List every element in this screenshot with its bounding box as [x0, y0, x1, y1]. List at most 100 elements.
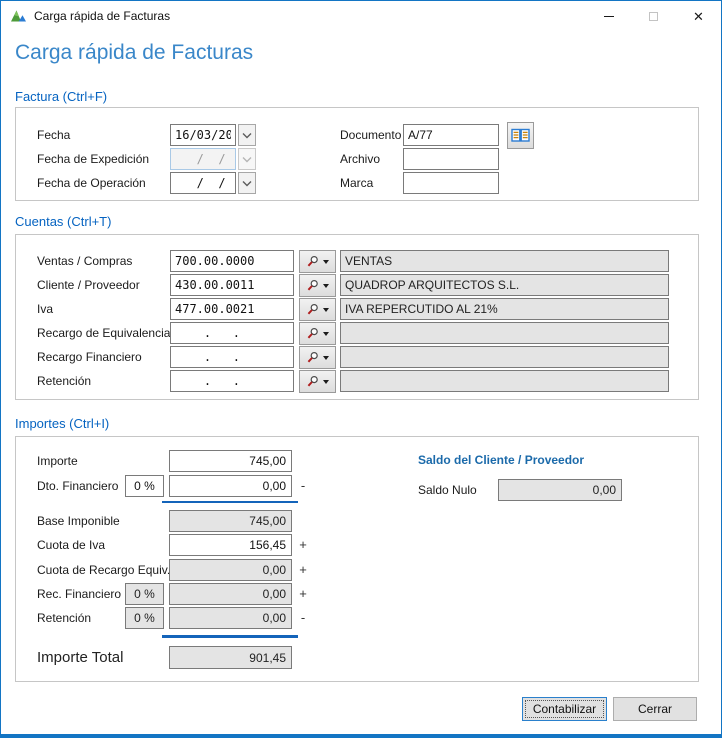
row-label: Retención	[37, 374, 91, 388]
fecha-operacion-label: Fecha de Operación	[37, 176, 146, 190]
account-description	[340, 346, 669, 368]
account-description	[340, 322, 669, 344]
account-input[interactable]	[170, 298, 294, 320]
retencion-value	[169, 607, 292, 629]
account-input[interactable]	[170, 370, 294, 392]
base-imponible-row: Base Imponible	[16, 510, 698, 532]
search-icon	[306, 279, 319, 292]
documento-label: Documento	[340, 128, 401, 142]
fecha-expedicion-dropdown-button	[238, 148, 256, 170]
account-search-button[interactable]	[299, 346, 336, 369]
fecha-input[interactable]	[170, 124, 236, 146]
fecha-operacion-dropdown-button[interactable]	[238, 172, 256, 194]
dto-financiero-sign: -	[296, 478, 310, 493]
account-input[interactable]	[170, 250, 294, 272]
base-imponible-value	[169, 510, 292, 532]
fecha-row: Fecha Documento	[16, 124, 698, 146]
cuentas-row-recargo-financiero: Recargo Financiero	[16, 346, 698, 368]
account-description	[340, 250, 669, 272]
search-icon	[306, 327, 319, 340]
importe-total-label: Importe Total	[37, 649, 123, 666]
account-search-button[interactable]	[299, 322, 336, 345]
row-label: Recargo de Equivalencia	[37, 326, 170, 340]
retencion-row: Retención -	[16, 607, 698, 629]
close-icon: ✕	[693, 10, 704, 23]
account-input[interactable]	[170, 346, 294, 368]
cuota-recargo-row: Cuota de Recargo Equiv. +	[16, 559, 698, 581]
row-label: Cliente / Proveedor	[37, 278, 140, 292]
marca-input[interactable]	[403, 172, 499, 194]
open-book-icon	[511, 128, 530, 143]
cuentas-row-iva: Iva	[16, 298, 698, 320]
retencion-percent	[125, 607, 164, 629]
cerrar-button[interactable]: Cerrar	[613, 697, 697, 721]
fecha-expedicion-label: Fecha de Expedición	[37, 152, 149, 166]
caret-down-icon	[323, 332, 329, 336]
saldo-header: Saldo del Cliente / Proveedor	[418, 453, 584, 467]
cuota-iva-label: Cuota de Iva	[37, 538, 105, 552]
rec-financiero-row: Rec. Financiero +	[16, 583, 698, 605]
section-label-factura: Factura (Ctrl+F)	[15, 89, 107, 104]
documento-input[interactable]	[403, 124, 499, 146]
search-icon	[306, 351, 319, 364]
account-description	[340, 274, 669, 296]
cuota-iva-input[interactable]	[169, 534, 292, 556]
search-icon	[306, 303, 319, 316]
caret-down-icon	[323, 260, 329, 264]
dto-financiero-label: Dto. Financiero	[37, 479, 118, 493]
cuota-recargo-value	[169, 559, 292, 581]
base-imponible-label: Base Imponible	[37, 514, 120, 528]
account-search-button[interactable]	[299, 250, 336, 273]
importe-label: Importe	[37, 454, 78, 468]
cuota-iva-row: Cuota de Iva +	[16, 534, 698, 556]
importes-groupbox: Importe Dto. Financiero - Base Imponible…	[15, 436, 699, 682]
cuota-iva-sign: +	[296, 537, 310, 552]
fecha-expedicion-input	[170, 148, 236, 170]
cuentas-groupbox: Ventas / Compras Cliente / Proveedor Iva	[15, 234, 699, 400]
importe-input[interactable]	[169, 450, 292, 472]
dto-financiero-percent-input[interactable]	[125, 475, 164, 497]
dto-financiero-input[interactable]	[169, 475, 292, 497]
search-icon	[306, 255, 319, 268]
minimize-button[interactable]	[586, 1, 631, 31]
archivo-label: Archivo	[340, 152, 380, 166]
account-search-button[interactable]	[299, 298, 336, 321]
row-label: Ventas / Compras	[37, 254, 132, 268]
maximize-icon	[649, 12, 658, 21]
account-input[interactable]	[170, 274, 294, 296]
account-search-button[interactable]	[299, 274, 336, 297]
archivo-input[interactable]	[403, 148, 499, 170]
chevron-down-icon	[242, 156, 252, 163]
retencion-sign: -	[296, 610, 310, 625]
saldo-nulo-value	[498, 479, 622, 501]
chevron-down-icon	[242, 132, 252, 139]
factura-groupbox: Fecha Documento Fecha de Expedición	[15, 107, 699, 201]
retencion-label: Retención	[37, 611, 91, 625]
account-input[interactable]	[170, 322, 294, 344]
account-search-button[interactable]	[299, 370, 336, 393]
rec-financiero-percent	[125, 583, 164, 605]
minimize-icon	[604, 16, 614, 17]
row-label: Recargo Financiero	[37, 350, 142, 364]
rec-financiero-label: Rec. Financiero	[37, 587, 121, 601]
fecha-label: Fecha	[37, 128, 70, 142]
account-description	[340, 370, 669, 392]
close-button[interactable]: ✕	[676, 1, 721, 31]
cuota-recargo-sign: +	[296, 562, 310, 577]
cuentas-row-cliente: Cliente / Proveedor	[16, 274, 698, 296]
saldo-nulo-label: Saldo Nulo	[418, 483, 477, 497]
caret-down-icon	[323, 308, 329, 312]
cuentas-row-ventas: Ventas / Compras	[16, 250, 698, 272]
titlebar[interactable]: Carga rápida de Facturas ✕	[1, 1, 721, 31]
cuentas-row-retencion: Retención	[16, 370, 698, 392]
fecha-operacion-input[interactable]	[170, 172, 236, 194]
fecha-operacion-row: Fecha de Operación Marca	[16, 172, 698, 194]
contabilizar-button[interactable]: Contabilizar	[522, 697, 607, 721]
cuota-recargo-label: Cuota de Recargo Equiv.	[37, 563, 170, 577]
row-label: Iva	[37, 302, 53, 316]
importe-row: Importe	[16, 450, 698, 472]
documento-browse-button[interactable]	[507, 122, 534, 149]
fecha-dropdown-button[interactable]	[238, 124, 256, 146]
section-label-importes: Importes (Ctrl+I)	[15, 416, 109, 431]
total-separator-line	[162, 635, 298, 638]
